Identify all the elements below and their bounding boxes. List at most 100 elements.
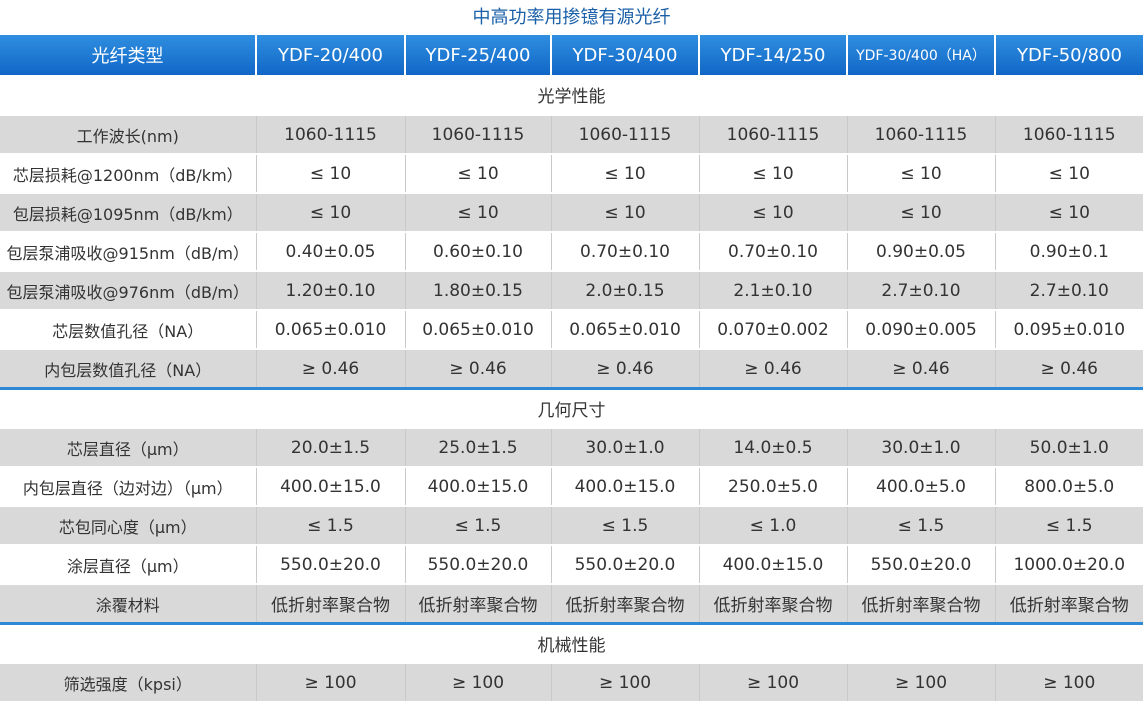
table-row: 芯包同心度（μm） ≤ 1.5 ≤ 1.5 ≤ 1.5 ≤ 1.0 ≤ 1.5 … xyxy=(0,505,1143,545)
table-cell: 550.0±20.0 xyxy=(846,544,995,584)
table-cell: 0.090±0.005 xyxy=(846,309,995,349)
table-cell: 0.070±0.002 xyxy=(698,309,847,349)
table-cell: ≤ 1.5 xyxy=(404,505,551,545)
table-cell: 1060-1115 xyxy=(404,114,551,154)
section-title-mechanical: 机械性能 xyxy=(0,622,1143,663)
table-cell: 低折射率聚合物 xyxy=(698,583,847,624)
table-cell: ≤ 1.5 xyxy=(846,505,995,545)
table-cell: ≤ 1.5 xyxy=(255,505,405,545)
spec-page: 中高功率用掺镱有源光纤 光纤类型 YDF-20/400 YDF-25/400 Y… xyxy=(0,0,1143,723)
table-cell: 低折射率聚合物 xyxy=(550,583,699,624)
table-cell: 低折射率聚合物 xyxy=(255,583,405,624)
section-row: 几何尺寸 xyxy=(0,387,1143,428)
header-ydf-25-400: YDF-25/400 xyxy=(404,35,551,75)
table-cell: ≤ 1.0 xyxy=(698,505,847,545)
table-cell: 1060-1115 xyxy=(550,114,699,154)
table-row: 包层损耗@1095nm（dB/km） ≤ 10 ≤ 10 ≤ 10 ≤ 10 ≤… xyxy=(0,192,1143,232)
table-cell: 400.0±15.0 xyxy=(550,466,699,506)
table-cell: 0.70±0.10 xyxy=(698,231,847,271)
table-cell: ≥ 0.46 xyxy=(255,348,405,389)
table-cell: 550.0±20.0 xyxy=(550,544,699,584)
table-cell: 14.0±0.5 xyxy=(698,427,847,467)
table-cell: 低折射率聚合物 xyxy=(846,583,995,624)
table-cell: 550.0±20.0 xyxy=(404,544,551,584)
header-ydf-20-400: YDF-20/400 xyxy=(255,35,405,75)
table-cell: ≥ 0.46 xyxy=(994,348,1143,389)
table-cell: 0.065±0.010 xyxy=(255,309,405,349)
table-cell: 400.0±15.0 xyxy=(255,466,405,506)
table-cell: 1060-1115 xyxy=(846,114,995,154)
table-title: 中高功率用掺镱有源光纤 xyxy=(0,0,1143,35)
header-ydf-30-400: YDF-30/400 xyxy=(550,35,699,75)
table-cell: 1.80±0.15 xyxy=(404,270,551,310)
table-cell: ≤ 10 xyxy=(994,192,1143,232)
table-cell: ≥ 100 xyxy=(846,662,995,701)
table-cell: 1000.0±20.0 xyxy=(994,544,1143,584)
table-row: 内包层数值孔径（NA） ≥ 0.46 ≥ 0.46 ≥ 0.46 ≥ 0.46 … xyxy=(0,348,1143,389)
section-title-optical: 光学性能 xyxy=(0,75,1143,115)
section-title-geometry: 几何尺寸 xyxy=(0,387,1143,428)
table-cell: 30.0±1.0 xyxy=(846,427,995,467)
table-cell: ≤ 10 xyxy=(846,153,995,193)
table-cell: 0.60±0.10 xyxy=(404,231,551,271)
header-fiber-type: 光纤类型 xyxy=(0,35,256,75)
row-label: 包层泵浦吸收@915nm（dB/m） xyxy=(0,231,256,271)
table-cell: ≤ 10 xyxy=(550,153,699,193)
table-cell: ≥ 0.46 xyxy=(846,348,995,389)
table-cell: 2.1±0.10 xyxy=(698,270,847,310)
table-cell: 30.0±1.0 xyxy=(550,427,699,467)
table-cell: 1060-1115 xyxy=(255,114,405,154)
header-row: 光纤类型 YDF-20/400 YDF-25/400 YDF-30/400 YD… xyxy=(0,35,1143,75)
row-label: 涂覆材料 xyxy=(0,583,256,624)
row-label: 芯层直径（μm） xyxy=(0,427,256,467)
table-cell: 550.0±20.0 xyxy=(255,544,405,584)
table-cell: 2.0±0.15 xyxy=(550,270,699,310)
table-cell: ≥ 100 xyxy=(255,662,405,701)
section-row: 光学性能 xyxy=(0,75,1143,115)
spec-table: 光纤类型 YDF-20/400 YDF-25/400 YDF-30/400 YD… xyxy=(0,35,1143,701)
table-cell: 20.0±1.5 xyxy=(255,427,405,467)
table-cell: 2.7±0.10 xyxy=(846,270,995,310)
table-cell: ≤ 1.5 xyxy=(994,505,1143,545)
table-cell: ≤ 10 xyxy=(698,153,847,193)
table-row: 内包层直径（边对边）（μm） 400.0±15.0 400.0±15.0 400… xyxy=(0,466,1143,506)
table-cell: 800.0±5.0 xyxy=(994,466,1143,506)
table-cell: ≥ 100 xyxy=(550,662,699,701)
row-label: 工作波长(nm) xyxy=(0,114,256,154)
row-label: 芯层损耗@1200nm（dB/km） xyxy=(0,153,256,193)
table-cell: ≤ 1.5 xyxy=(550,505,699,545)
table-cell: ≥ 0.46 xyxy=(550,348,699,389)
row-label: 内包层数值孔径（NA） xyxy=(0,348,256,389)
row-label: 内包层直径（边对边）（μm） xyxy=(0,466,256,506)
table-cell: 低折射率聚合物 xyxy=(994,583,1143,624)
table-cell: 1.20±0.10 xyxy=(255,270,405,310)
table-cell: 1060-1115 xyxy=(698,114,847,154)
table-cell: 0.90±0.05 xyxy=(846,231,995,271)
section-row: 机械性能 xyxy=(0,622,1143,663)
header-ydf-14-250: YDF-14/250 xyxy=(698,35,847,75)
row-label: 涂层直径（μm） xyxy=(0,544,256,584)
header-ydf-50-800: YDF-50/800 xyxy=(994,35,1143,75)
table-cell: 0.90±0.1 xyxy=(994,231,1143,271)
table-cell: 0.065±0.010 xyxy=(404,309,551,349)
row-label: 芯包同心度（μm） xyxy=(0,505,256,545)
table-cell: ≥ 0.46 xyxy=(404,348,551,389)
row-label: 筛选强度（kpsi） xyxy=(0,662,256,701)
table-cell: 25.0±1.5 xyxy=(404,427,551,467)
table-row: 包层泵浦吸收@915nm（dB/m） 0.40±0.05 0.60±0.10 0… xyxy=(0,231,1143,271)
table-cell: 400.0±15.0 xyxy=(698,544,847,584)
row-label: 包层泵浦吸收@976nm（dB/m） xyxy=(0,270,256,310)
table-cell: 1060-1115 xyxy=(994,114,1143,154)
table-cell: 0.095±0.010 xyxy=(994,309,1143,349)
table-cell: ≤ 10 xyxy=(404,192,551,232)
table-cell: ≥ 100 xyxy=(698,662,847,701)
table-cell: ≤ 10 xyxy=(255,153,405,193)
table-cell: ≥ 100 xyxy=(994,662,1143,701)
table-row: 芯层数值孔径（NA） 0.065±0.010 0.065±0.010 0.065… xyxy=(0,309,1143,349)
table-cell: 400.0±5.0 xyxy=(846,466,995,506)
table-cell: ≤ 10 xyxy=(846,192,995,232)
table-cell: ≥ 100 xyxy=(404,662,551,701)
table-row: 涂层直径（μm） 550.0±20.0 550.0±20.0 550.0±20.… xyxy=(0,544,1143,584)
header-ydf-30-400-ha: YDF-30/400（HA） xyxy=(846,35,995,75)
table-cell: 400.0±15.0 xyxy=(404,466,551,506)
